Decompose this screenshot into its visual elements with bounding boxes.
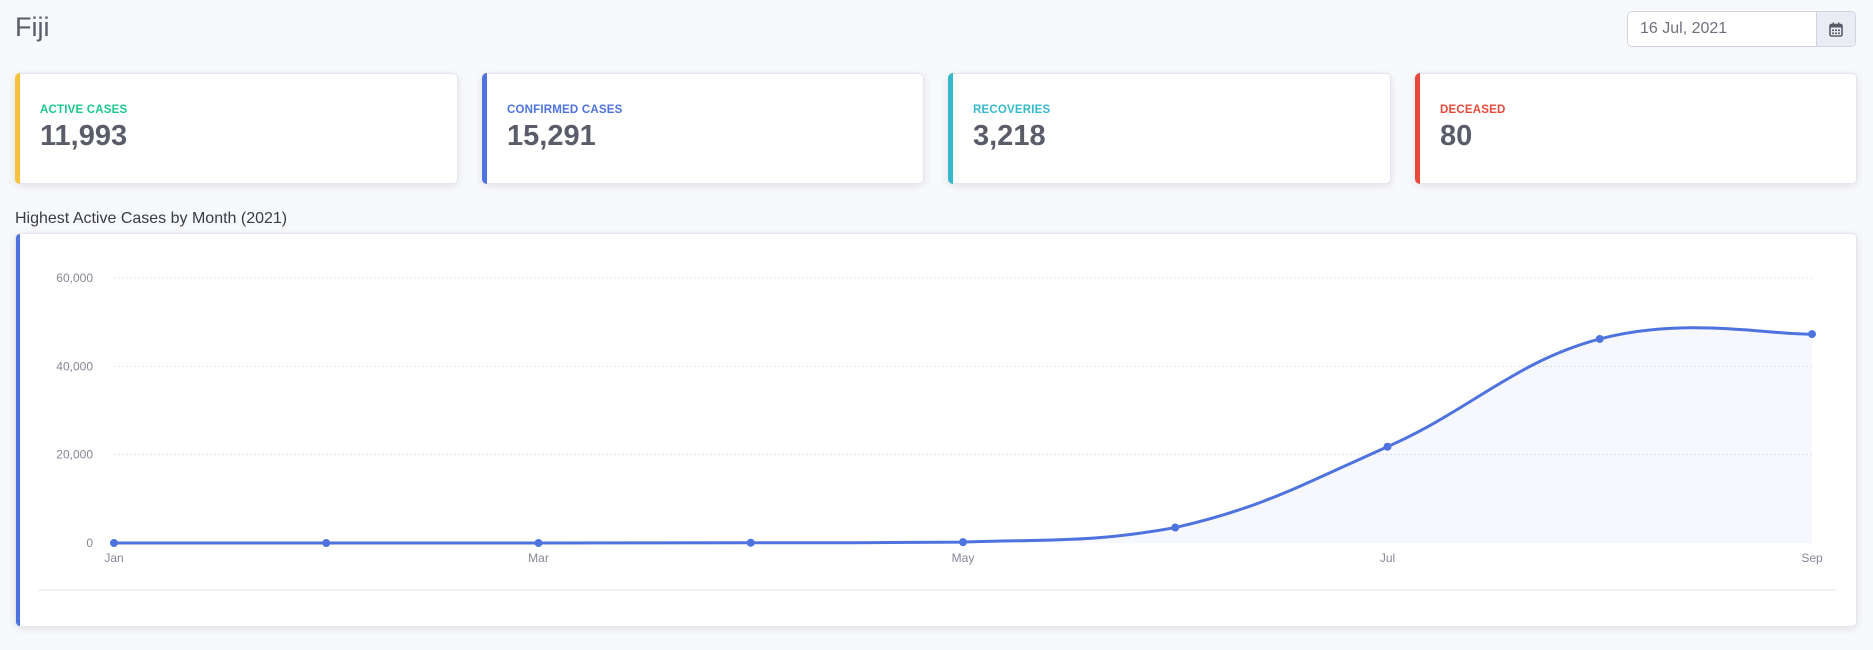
card-deceased: Deceased 80 <box>1415 73 1857 184</box>
card-accent <box>948 73 953 184</box>
data-point <box>1171 523 1180 532</box>
y-tick-label: 40,000 <box>56 359 93 373</box>
calendar-icon <box>1829 22 1843 37</box>
card-label: Active Cases <box>40 104 128 116</box>
y-tick-label: 20,000 <box>56 448 93 462</box>
x-tick-label: Jan <box>104 551 123 565</box>
card-accent <box>482 73 487 184</box>
data-point <box>1808 330 1816 339</box>
chart-card: 0 20,000 40,000 60,000 Jan Mar May Jul Sep <box>15 233 1857 627</box>
data-point <box>959 538 967 547</box>
card-recoveries: Recoveries 3,218 <box>948 73 1391 184</box>
calendar-button[interactable] <box>1816 12 1855 46</box>
data-point <box>534 539 543 547</box>
x-tick-label: Jul <box>1380 551 1395 565</box>
card-accent <box>1415 73 1420 184</box>
x-tick-label: Sep <box>1801 551 1823 565</box>
card-label: Recoveries <box>973 104 1051 116</box>
card-accent <box>15 73 20 184</box>
data-point <box>322 539 331 547</box>
y-tick-label: 0 <box>86 536 93 550</box>
chart-title: Highest Active Cases by Month (2021) <box>15 210 288 227</box>
card-value: 3,218 <box>973 120 1046 152</box>
card-confirmed-cases: Confirmed Cases 15,291 <box>482 73 924 184</box>
card-active-cases: Active Cases 11,993 <box>15 73 458 184</box>
date-input[interactable] <box>1628 12 1816 46</box>
card-value: 80 <box>1440 120 1473 152</box>
page-title: Fiji <box>15 12 50 42</box>
y-tick-label: 60,000 <box>56 271 93 285</box>
data-point <box>1383 442 1392 451</box>
data-point <box>746 538 755 547</box>
card-label: Confirmed Cases <box>507 104 623 116</box>
x-tick-label: May <box>952 551 975 565</box>
card-label: Deceased <box>1440 104 1506 116</box>
area-fill <box>114 327 1812 543</box>
x-tick-label: Mar <box>528 551 549 565</box>
card-value: 15,291 <box>507 120 596 152</box>
data-point <box>1595 334 1604 343</box>
active-cases-chart: 0 20,000 40,000 60,000 Jan Mar May Jul Sep <box>38 271 1836 591</box>
data-point <box>110 539 118 547</box>
date-picker[interactable] <box>1627 11 1856 47</box>
card-value: 11,993 <box>40 120 128 152</box>
